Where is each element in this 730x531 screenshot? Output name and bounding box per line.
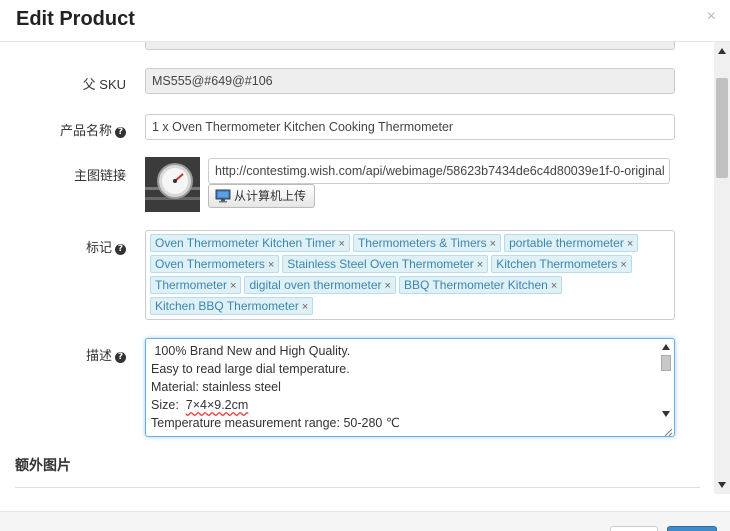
cancel-button[interactable]	[610, 526, 658, 531]
tag-chip[interactable]: Oven Thermometer Kitchen Timer ×	[150, 234, 350, 252]
description-line: 100% Brand New and High Quality.	[151, 344, 351, 358]
remove-tag-icon[interactable]: ×	[627, 238, 633, 250]
spellcheck-word: 7×4×9.2cm	[185, 398, 249, 412]
scroll-thumb[interactable]	[661, 355, 671, 371]
scroll-down-icon[interactable]	[718, 482, 726, 488]
previous-field	[145, 42, 675, 50]
tag-chip[interactable]: Thermometers & Timers ×	[352, 234, 502, 252]
product-name-field[interactable]: 1 x Oven Thermometer Kitchen Cooking The…	[145, 114, 675, 140]
tag-chip[interactable]: Kitchen BBQ Thermometer ×	[150, 297, 314, 315]
extra-images-heading: 额外图片	[15, 457, 71, 473]
modal-scrollbar[interactable]	[714, 42, 730, 494]
remove-tag-icon[interactable]: ×	[302, 301, 308, 313]
description-line: Material: stainless steel	[151, 380, 281, 394]
product-thumbnail	[145, 157, 200, 212]
scroll-thumb[interactable]	[716, 78, 728, 178]
tags-label-text: 标记	[85, 240, 112, 255]
question-circle-icon[interactable]: ?	[115, 352, 126, 363]
tag-chip[interactable]: Stainless Steel Oven Thermometer ×	[282, 255, 489, 273]
remove-tag-icon[interactable]: ×	[477, 259, 483, 271]
modal-body: 父 SKU MS555@#649@#106 产品名称? 1 x Oven The…	[0, 42, 712, 494]
divider	[15, 487, 700, 488]
product-name-label-text: 产品名称	[59, 123, 112, 138]
description-line: Size: 7×4×9.2cm	[151, 398, 249, 412]
tag-chip[interactable]: Kitchen Thermometers ×	[491, 255, 632, 273]
description-line: Temperature measurement range: 50-280 ℃	[151, 416, 400, 430]
save-button[interactable]	[667, 526, 717, 531]
description-label: 描述?	[86, 345, 126, 364]
question-circle-icon[interactable]: ?	[115, 127, 126, 138]
close-icon[interactable]: ×	[707, 9, 716, 25]
resize-handle-icon[interactable]	[664, 426, 673, 436]
tag-chip[interactable]: Oven Thermometers ×	[150, 255, 280, 273]
scroll-up-icon[interactable]	[718, 48, 726, 54]
description-line: Easy to read large dial temperature.	[151, 362, 350, 376]
modal-header: Edit Product ×	[0, 0, 730, 42]
remove-tag-icon[interactable]: ×	[230, 280, 236, 292]
tag-chip[interactable]: portable thermometer ×	[504, 234, 639, 252]
textarea-scrollbar[interactable]	[660, 342, 672, 417]
parent-sku-label: 父 SKU	[82, 77, 126, 92]
question-circle-icon[interactable]: ?	[115, 244, 126, 255]
main-image-url-field[interactable]: http://contestimg.wish.com/api/webimage/…	[208, 158, 670, 184]
tags-label: 标记?	[86, 237, 126, 256]
remove-tag-icon[interactable]: ×	[385, 280, 391, 292]
upload-button-label: 从计算机上传	[234, 189, 307, 203]
modal-title: Edit Product	[16, 8, 135, 30]
monitor-icon	[215, 188, 231, 210]
tag-chip[interactable]: Thermometer ×	[150, 276, 242, 294]
modal-footer	[0, 511, 730, 531]
remove-tag-icon[interactable]: ×	[339, 238, 345, 250]
scroll-up-icon[interactable]	[662, 344, 670, 350]
product-name-label: 产品名称?	[60, 120, 126, 139]
tags-input[interactable]: Oven Thermometer Kitchen Timer × Thermome…	[145, 230, 675, 320]
scroll-down-icon[interactable]	[662, 411, 670, 417]
remove-tag-icon[interactable]: ×	[551, 280, 557, 292]
tag-chip[interactable]: digital oven thermometer ×	[244, 276, 396, 294]
remove-tag-icon[interactable]: ×	[490, 238, 496, 250]
parent-sku-field[interactable]: MS555@#649@#106	[145, 68, 675, 94]
remove-tag-icon[interactable]: ×	[620, 259, 626, 271]
description-textarea[interactable]: 100% Brand New and High Quality. Easy to…	[145, 338, 675, 437]
tag-chip[interactable]: BBQ Thermometer Kitchen ×	[398, 276, 563, 294]
remove-tag-icon[interactable]: ×	[268, 259, 274, 271]
main-image-label: 主图链接	[73, 168, 126, 183]
description-label-text: 描述	[85, 348, 112, 363]
upload-from-computer-button[interactable]: 从计算机上传	[208, 184, 316, 210]
